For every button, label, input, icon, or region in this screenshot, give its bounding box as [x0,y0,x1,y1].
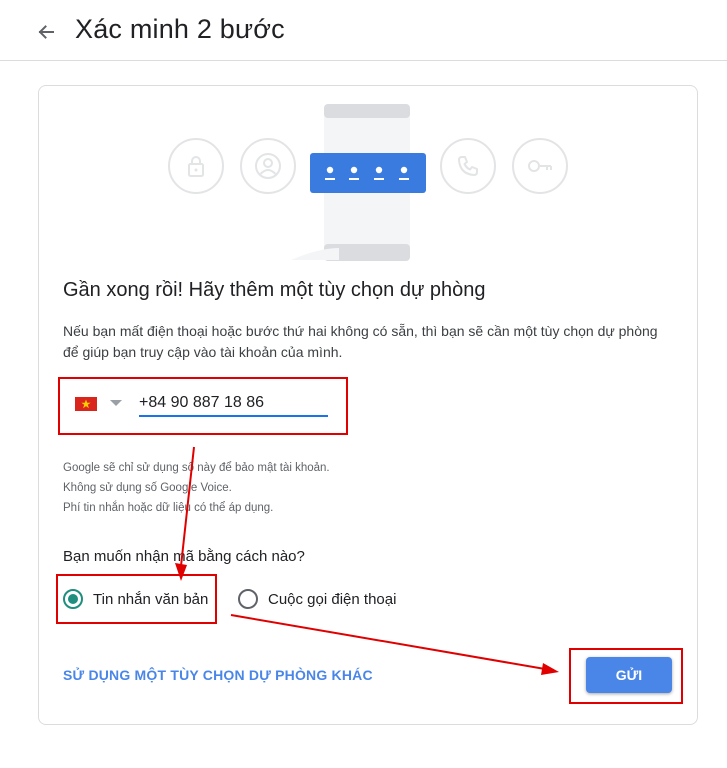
alternate-backup-link[interactable]: SỬ DỤNG MỘT TÙY CHỌN DỰ PHÒNG KHÁC [63,667,373,683]
page-title: Xác minh 2 bước [75,14,285,44]
section-heading: Gần xong rồi! Hãy thêm một tùy chọn dự p… [63,279,486,301]
note-line: Phí tin nhắn hoặc dữ liệu có thể áp dụng… [63,502,274,514]
phone-password-illustration [291,104,426,261]
radio-text-message[interactable]: Tin nhắn văn bản [63,586,208,612]
key-icon [512,138,568,194]
note-line: Google sẽ chỉ sử dụng số này để bảo mật … [63,462,330,474]
account-icon [240,138,296,194]
phone-input[interactable] [139,387,328,417]
back-button[interactable] [32,18,60,46]
radio-phone-call[interactable]: Cuộc gọi điện thoại [238,586,396,612]
radio-unchecked-icon[interactable] [238,589,258,609]
hero-illustration [39,86,699,266]
arrow-left-icon [38,25,54,39]
phone-notes: Google sẽ chỉ sử dụng số này để bảo mật … [63,458,330,518]
phone-number-field [63,382,343,422]
vietnam-flag-icon[interactable] [75,397,97,411]
note-line: Không sử dụng số Google Voice. [63,482,232,494]
lock-icon [168,138,224,194]
send-button[interactable]: GỬI [586,657,672,693]
delivery-question: Bạn muốn nhận mã bằng cách nào? [63,548,305,565]
radio-label: Tin nhắn văn bản [93,590,209,608]
setup-card: Gần xong rồi! Hãy thêm một tùy chọn dự p… [38,85,698,725]
country-dropdown-chevron-icon[interactable] [110,400,122,406]
phone-call-icon [440,138,496,194]
radio-checked-icon[interactable] [63,589,83,609]
radio-label: Cuộc gọi điện thoại [268,590,397,608]
top-bar: Xác minh 2 bước [0,0,727,61]
section-description: Nếu bạn mất điện thoại hoặc bước thứ hai… [63,323,658,360]
